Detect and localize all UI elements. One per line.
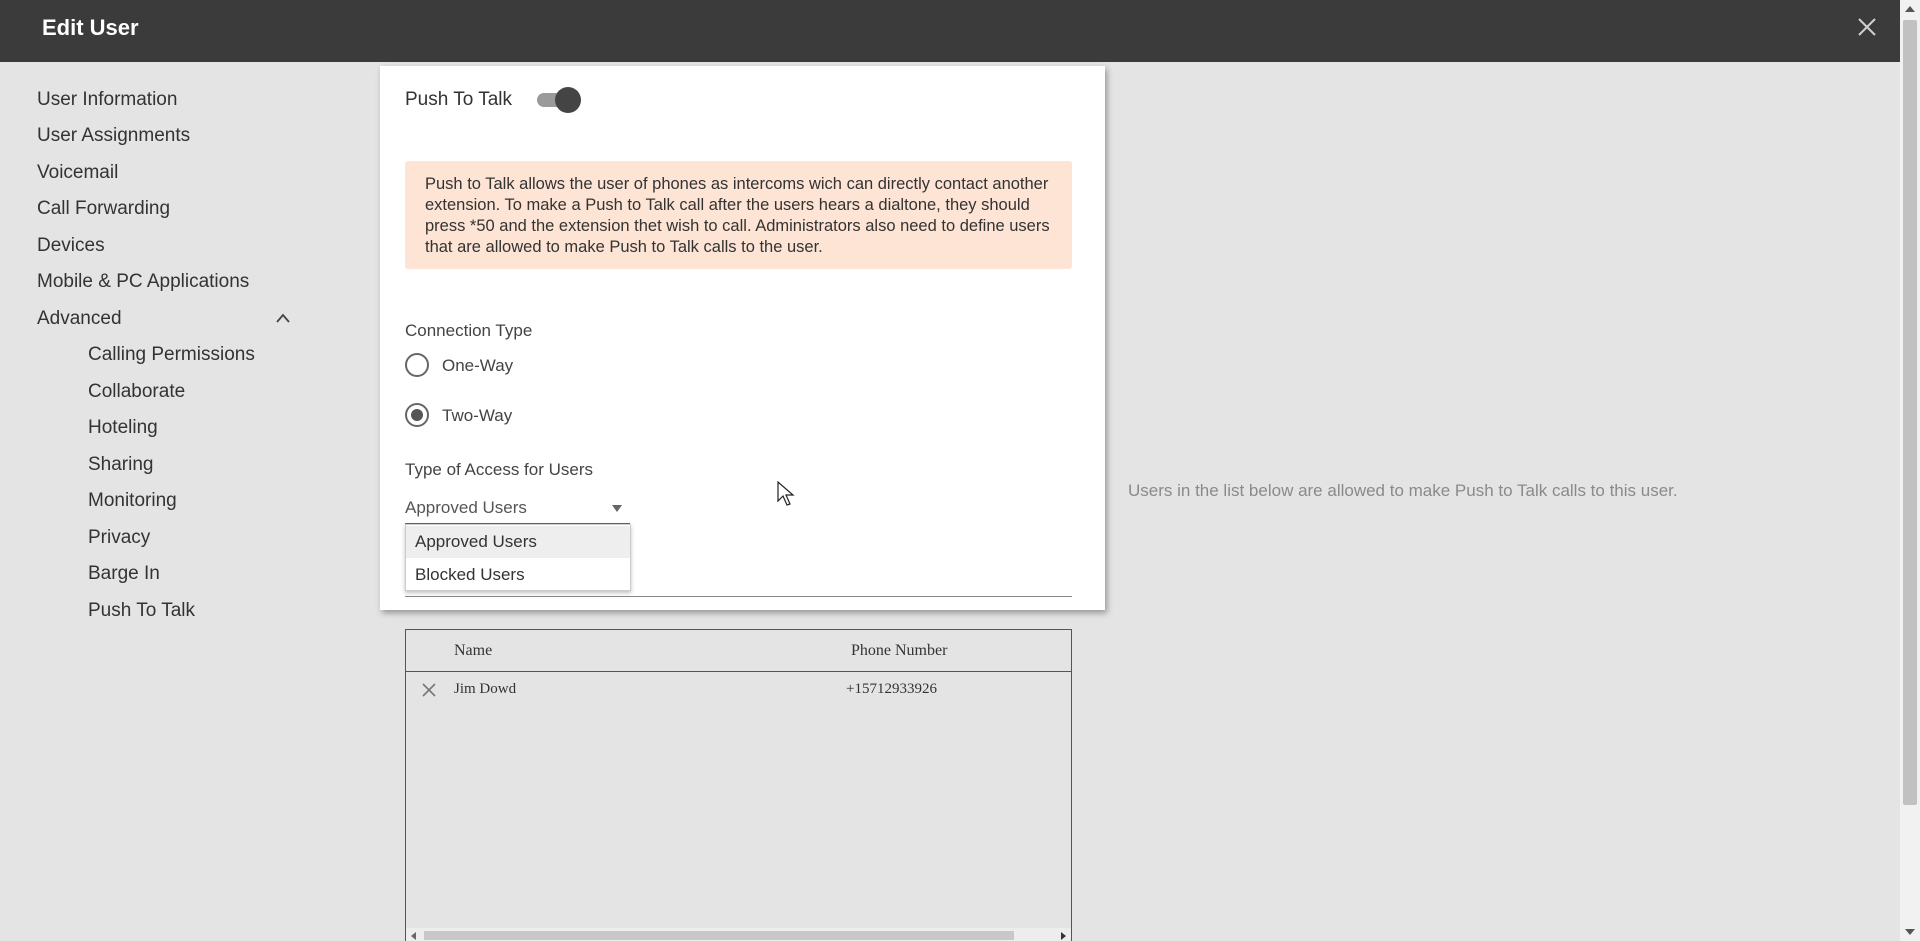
sidebar-item-mobile-pc-applications[interactable]: Mobile & PC Applications <box>37 271 249 293</box>
sidebar-item-monitoring[interactable]: Monitoring <box>88 490 177 512</box>
close-icon[interactable] <box>1852 12 1882 42</box>
column-header-phone[interactable]: Phone Number <box>851 642 947 660</box>
table-row-name: Jim Dowd <box>454 681 517 697</box>
sidebar-item-hoteling[interactable]: Hoteling <box>88 417 158 439</box>
option-approved-users[interactable]: Approved Users <box>406 526 630 558</box>
radio-one-way-label[interactable]: One-Way <box>442 356 513 376</box>
table-header: Name Phone Number <box>406 630 1071 672</box>
sidebar-item-privacy[interactable]: Privacy <box>88 527 150 549</box>
push-to-talk-toggle[interactable] <box>537 86 581 114</box>
table-row-phone: +15712933926 <box>846 681 937 697</box>
push-to-talk-notice: Push to Talk allows the user of phones a… <box>405 161 1072 269</box>
dialog-header: Edit User <box>0 0 1900 62</box>
access-type-dropdown: Approved Users Blocked Users <box>405 524 631 591</box>
chevron-up-icon[interactable] <box>274 312 292 324</box>
scroll-left-icon[interactable] <box>411 932 416 940</box>
access-type-label: Type of Access for Users <box>405 460 594 479</box>
sidebar-item-calling-permissions[interactable]: Calling Permissions <box>88 344 255 366</box>
sidebar-item-user-assignments[interactable]: User Assignments <box>37 125 190 147</box>
radio-one-way[interactable] <box>405 353 429 377</box>
connection-type-label: Connection Type <box>405 321 533 340</box>
scroll-up-icon[interactable] <box>1905 6 1915 12</box>
approved-users-info: Users in the list below are allowed to m… <box>1128 481 1678 500</box>
sidebar-item-barge-in[interactable]: Barge In <box>88 563 160 585</box>
page-scrollbar[interactable] <box>1900 0 1920 941</box>
sidebar-item-user-information[interactable]: User Information <box>37 89 177 111</box>
access-type-selected: Approved Users <box>405 498 527 517</box>
sidebar-item-sharing[interactable]: Sharing <box>88 454 154 476</box>
sidebar-item-collaborate[interactable]: Collaborate <box>88 381 185 403</box>
users-table: Name Phone Number Jim Dowd +15712933926 <box>405 629 1072 941</box>
scrollbar-thumb[interactable] <box>1903 20 1917 805</box>
column-header-name[interactable]: Name <box>454 642 492 660</box>
toggle-knob[interactable] <box>555 87 581 113</box>
radio-two-way-label[interactable]: Two-Way <box>442 406 512 426</box>
scroll-down-icon[interactable] <box>1905 929 1915 935</box>
sidebar-item-devices[interactable]: Devices <box>37 235 105 257</box>
radio-two-way[interactable] <box>405 403 429 427</box>
access-type-select[interactable]: Approved Users <box>405 494 630 524</box>
dropdown-caret-icon[interactable] <box>612 505 622 512</box>
table-scroll-thumb[interactable] <box>424 931 1014 940</box>
user-search-underline <box>405 596 1072 597</box>
sidebar-item-voicemail[interactable]: Voicemail <box>37 162 118 184</box>
remove-user-icon[interactable] <box>421 682 437 698</box>
push-to-talk-label: Push To Talk <box>405 89 513 110</box>
dialog-title: Edit User <box>42 15 139 40</box>
sidebar-nav: User Information User Assignments Voicem… <box>0 62 380 941</box>
mouse-cursor-icon <box>777 481 795 506</box>
sidebar-item-push-to-talk[interactable]: Push To Talk <box>88 600 195 622</box>
sidebar-item-call-forwarding[interactable]: Call Forwarding <box>37 198 170 220</box>
table-horizontal-scrollbar[interactable] <box>406 928 1071 941</box>
scroll-right-icon[interactable] <box>1061 932 1066 940</box>
option-blocked-users[interactable]: Blocked Users <box>406 559 630 591</box>
sidebar-item-advanced[interactable]: Advanced <box>37 308 122 330</box>
